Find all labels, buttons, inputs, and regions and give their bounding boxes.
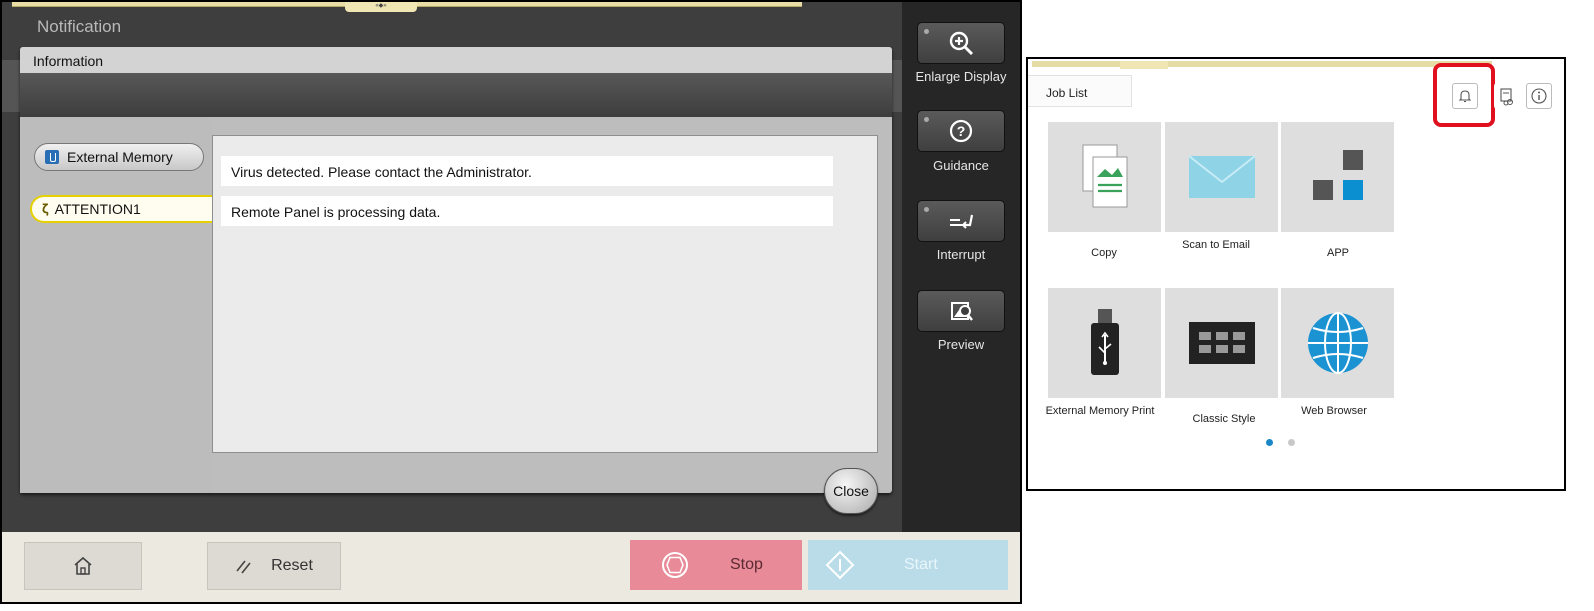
- top-status-strip: [1032, 61, 1492, 67]
- home-icon: [74, 556, 92, 575]
- dialog-title: Information: [33, 53, 104, 69]
- pager-dot-inactive[interactable]: [1288, 439, 1295, 446]
- globe-icon: [1307, 312, 1368, 374]
- attention-button[interactable]: 𝛇 ATTENTION1: [30, 195, 214, 223]
- start-label: Start: [904, 556, 938, 573]
- start-button[interactable]: Start: [808, 540, 1008, 590]
- reset-button[interactable]: Reset: [207, 542, 341, 590]
- screenshot-root: «◆» Notification Information External Me…: [0, 0, 1594, 611]
- enlarge-display-button[interactable]: [917, 22, 1005, 64]
- classic-style-icon: [1188, 322, 1255, 364]
- page-title: Notification: [37, 17, 122, 36]
- bell-highlight-box: [1433, 63, 1495, 127]
- indicator-dot: [924, 207, 929, 212]
- enlarge-display-label: Enlarge Display: [915, 69, 1007, 84]
- pager-dot-active[interactable]: [1266, 439, 1273, 446]
- scan-to-email-tile[interactable]: [1165, 122, 1278, 232]
- interrupt-button[interactable]: [917, 200, 1005, 242]
- information-dialog: Information External Memory 𝛇 ATTENTION1…: [20, 47, 892, 493]
- external-memory-print-label: External Memory Print: [1045, 405, 1155, 417]
- app-grid-icon: [1312, 150, 1363, 200]
- guidance-button[interactable]: ?: [917, 110, 1005, 152]
- web-browser-tile[interactable]: [1281, 288, 1394, 398]
- external-memory-print-tile[interactable]: [1048, 288, 1161, 398]
- category-column: [20, 117, 212, 493]
- notification-screen: «◆» Notification Information External Me…: [0, 0, 1022, 604]
- scan-to-email-label: Scan to Email: [1182, 239, 1250, 251]
- external-memory-button[interactable]: External Memory: [34, 143, 204, 171]
- copy-icon: [1082, 144, 1127, 208]
- preview-label: Preview: [937, 337, 985, 352]
- copy-label: Copy: [1091, 247, 1117, 259]
- dialog-header: Information: [20, 47, 892, 73]
- external-memory-label: External Memory: [67, 149, 173, 165]
- guidance-label: Guidance: [933, 158, 989, 173]
- info-icon: [1531, 88, 1547, 104]
- reset-icon: [236, 560, 251, 574]
- web-browser-label: Web Browser: [1301, 405, 1367, 417]
- job-list-tab[interactable]: Job List: [1028, 75, 1132, 107]
- home-button[interactable]: [24, 542, 142, 590]
- top-strip-handle[interactable]: «◆»: [345, 2, 417, 12]
- home-screen: Job List Copy Scan to Email APP External…: [1026, 57, 1566, 491]
- svg-text:?: ?: [957, 123, 966, 139]
- message-list: Virus detected. Please contact the Admin…: [212, 135, 878, 453]
- message-row-remote-panel: Remote Panel is processing data.: [221, 196, 833, 226]
- reset-label: Reset: [271, 557, 313, 574]
- exclamation-icon: 𝛇: [42, 201, 49, 216]
- interrupt-label: Interrupt: [936, 247, 986, 262]
- device-icon: [1500, 88, 1513, 106]
- interrupt-icon: [950, 214, 974, 229]
- classic-style-label: Classic Style: [1192, 413, 1256, 425]
- stop-label: Stop: [730, 556, 763, 573]
- zoom-in-icon: [949, 31, 974, 56]
- usb-drive-icon: [1090, 309, 1119, 375]
- classic-style-tile[interactable]: [1165, 288, 1278, 398]
- preview-button[interactable]: [917, 290, 1005, 332]
- envelope-icon: [1187, 155, 1256, 198]
- top-strip-handle[interactable]: [1120, 61, 1168, 69]
- indicator-dot: [924, 117, 929, 122]
- attention-label: ATTENTION1: [54, 201, 141, 217]
- help-icon: ?: [949, 119, 973, 143]
- preview-icon: [951, 302, 973, 321]
- device-status-button[interactable]: [1494, 83, 1520, 109]
- dialog-header-band: [20, 73, 892, 117]
- stop-icon: [662, 552, 688, 578]
- information-button[interactable]: [1526, 83, 1552, 109]
- app-tile[interactable]: [1281, 122, 1394, 232]
- usb-icon: [45, 150, 59, 164]
- stop-button[interactable]: Stop: [630, 540, 802, 590]
- message-row-virus: Virus detected. Please contact the Admin…: [221, 156, 833, 186]
- indicator-dot: [924, 29, 929, 34]
- copy-tile[interactable]: [1048, 122, 1161, 232]
- start-icon: [825, 550, 855, 580]
- close-button[interactable]: Close: [824, 468, 878, 514]
- app-label: APP: [1326, 247, 1349, 259]
